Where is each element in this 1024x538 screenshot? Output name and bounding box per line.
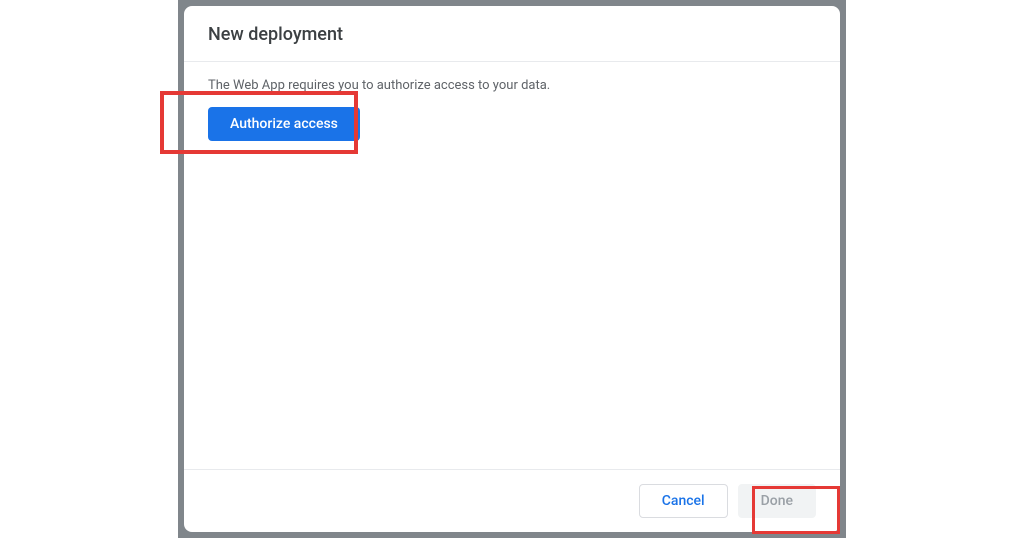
cancel-button[interactable]: Cancel — [639, 484, 728, 518]
authorization-message: The Web App requires you to authorize ac… — [208, 78, 816, 93]
modal-backdrop: New deployment The Web App requires you … — [178, 0, 846, 538]
new-deployment-dialog: New deployment The Web App requires you … — [184, 6, 840, 532]
dialog-title: New deployment — [208, 24, 816, 45]
dialog-body: The Web App requires you to authorize ac… — [184, 62, 840, 469]
authorize-access-button[interactable]: Authorize access — [208, 107, 360, 141]
done-button: Done — [738, 484, 816, 518]
dialog-header: New deployment — [184, 6, 840, 62]
dialog-footer: Cancel Done — [184, 469, 840, 532]
